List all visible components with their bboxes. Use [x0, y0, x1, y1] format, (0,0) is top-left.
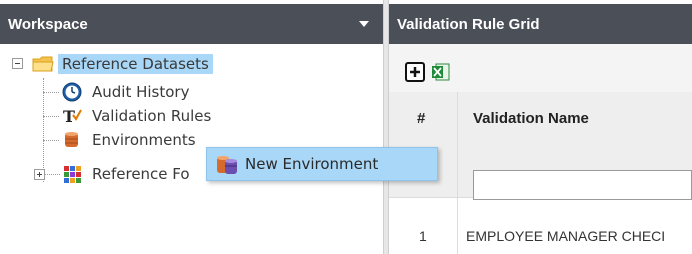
- folder-icon: [32, 54, 54, 74]
- tree-item-label: Reference Datasets: [58, 54, 213, 74]
- clock-icon: [62, 82, 82, 102]
- workspace-header[interactable]: Workspace: [0, 4, 383, 44]
- tree-connector: [43, 92, 59, 93]
- tree-item-environments[interactable]: Environments: [62, 128, 196, 152]
- tree-item-validation-rules[interactable]: T Validation Rules: [62, 104, 211, 128]
- database-icon: [62, 130, 82, 150]
- tree-connector: [43, 116, 59, 117]
- expand-toggle[interactable]: [34, 169, 45, 180]
- tree-item-label: Environments: [92, 131, 196, 149]
- add-icon[interactable]: [405, 62, 425, 82]
- workspace-panel: Workspace Reference Datasets Audit Histo…: [0, 0, 383, 254]
- menu-item-label: New Environment: [245, 155, 379, 173]
- grid-header: Validation Rule Grid: [389, 4, 692, 44]
- row-validation-name: EMPLOYEE MANAGER CHECI: [466, 228, 666, 244]
- database-icon: [215, 154, 237, 174]
- tree-connector: [43, 140, 59, 141]
- grid-title: Validation Rule Grid: [397, 15, 540, 33]
- chevron-down-icon[interactable]: [359, 21, 369, 27]
- tree-item-label: Validation Rules: [92, 107, 212, 125]
- tree-item-label: Reference Fo: [92, 165, 190, 183]
- validation-name-filter-input[interactable]: [473, 170, 692, 200]
- tree-item-label: Audit History: [92, 83, 190, 101]
- tree-item-reference-datasets[interactable]: Reference Datasets: [32, 52, 213, 76]
- collapse-toggle[interactable]: [12, 58, 23, 69]
- column-header-validation-name[interactable]: Validation Name: [473, 110, 589, 127]
- tree-item-audit-history[interactable]: Audit History: [62, 80, 189, 104]
- validation-rule-grid-panel: Validation Rule Grid # Validation Name 1…: [389, 0, 692, 254]
- table-row[interactable]: 1 EMPLOYEE MANAGER CHECI: [389, 216, 692, 254]
- grid-colors-icon: [62, 164, 82, 184]
- row-number: 1: [419, 228, 427, 244]
- excel-export-icon[interactable]: [431, 62, 451, 82]
- tree-item-reference-formats[interactable]: Reference Fo: [62, 162, 190, 186]
- workspace-title: Workspace: [8, 15, 88, 33]
- tree-connector: [43, 78, 44, 182]
- validation-rules-icon: T: [62, 106, 82, 126]
- context-menu-new-environment[interactable]: New Environment: [206, 147, 438, 181]
- column-header-number[interactable]: #: [417, 110, 425, 127]
